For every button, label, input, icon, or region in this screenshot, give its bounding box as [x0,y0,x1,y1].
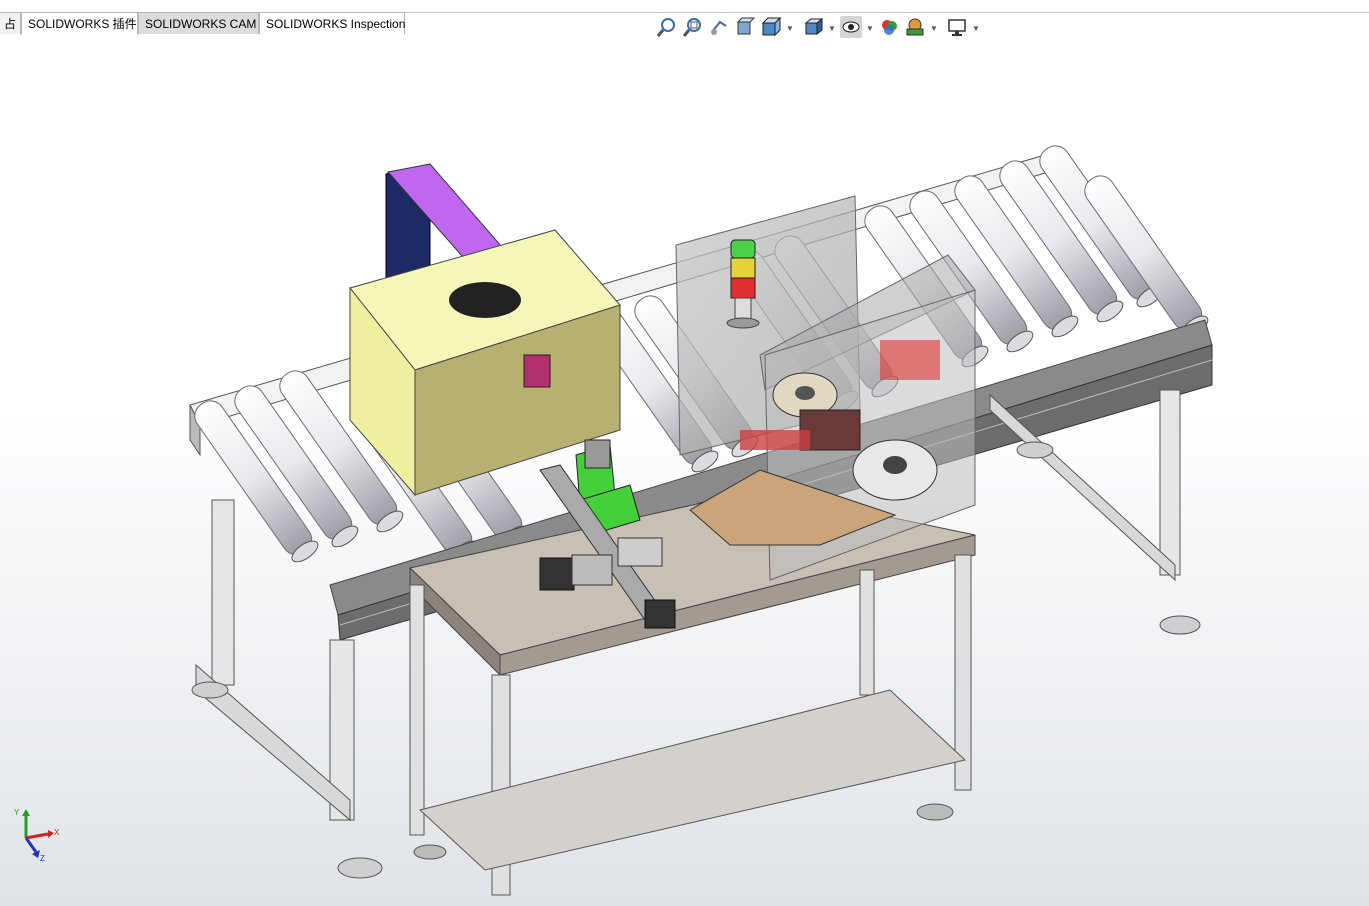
zoom-to-fit-icon[interactable] [656,16,678,38]
apply-scene-icon[interactable] [904,16,926,38]
triad-axes-icon [22,809,54,858]
tab-solidworks-inspection[interactable]: SOLIDWORKS Inspection [259,12,405,34]
view-orientation-icon[interactable] [760,16,782,38]
chevron-down-icon[interactable]: ▼ [828,24,836,33]
model-viewport[interactable] [0,0,1369,906]
triad-y-label: Y [14,808,20,817]
tab-strip-line [400,12,1369,13]
zoom-to-area-icon[interactable] [682,16,704,38]
chevron-down-icon[interactable]: ▼ [972,24,980,33]
work-table [408,489,976,896]
triad-x-label: X [54,828,60,837]
chevron-down-icon[interactable]: ▼ [930,24,938,33]
edit-appearance-icon[interactable] [878,16,900,38]
display-style-icon[interactable] [802,16,824,38]
hide-show-items-icon[interactable] [840,16,862,38]
triad-z-label: Z [40,854,45,863]
chevron-down-icon[interactable]: ▼ [866,24,874,33]
section-view-icon[interactable] [734,16,756,38]
view-settings-icon[interactable] [946,16,968,38]
tab-solidworks-addins[interactable]: SOLIDWORKS 插件 [21,12,138,35]
orientation-triad: Y X Z [14,808,64,866]
tab-solidworks-cam[interactable]: SOLIDWORKS CAM [138,12,259,34]
previous-view-icon[interactable] [708,16,730,38]
chevron-down-icon[interactable]: ▼ [786,24,794,33]
tab-partial[interactable]: 占 [0,12,21,34]
